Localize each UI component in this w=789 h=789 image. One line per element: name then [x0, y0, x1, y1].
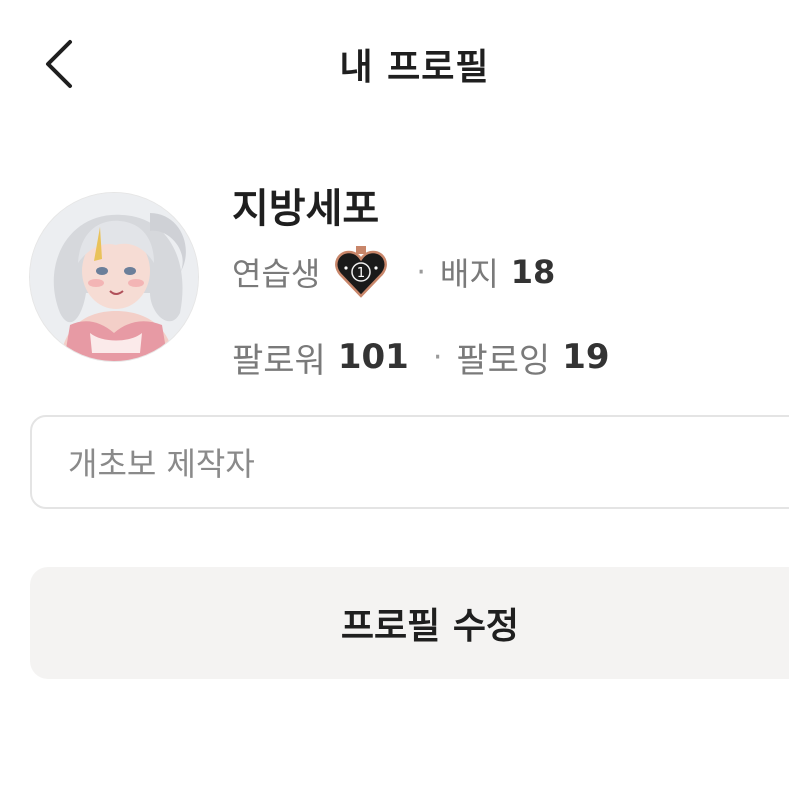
bio-input[interactable] [30, 415, 789, 509]
page-title: 내 프로필 [339, 47, 490, 88]
followers-count[interactable]: 101 [338, 337, 409, 377]
heart-rank-badge-icon: 1 [335, 246, 388, 298]
separator-dot: · [432, 339, 443, 375]
rank-row: 연습생 1 · 배지 18 [232, 244, 555, 300]
profile-page: 내 프로필 지방세포 연습생 1 · 배지 18 팔로워 101 · 팔로잉 1… [0, 0, 789, 789]
badge-count[interactable]: 18 [511, 253, 556, 291]
nickname: 지방세포 [232, 186, 380, 232]
following-count[interactable]: 19 [562, 337, 609, 377]
edit-profile-button[interactable]: 프로필 수정 [30, 567, 789, 679]
tab-bar [0, 768, 789, 789]
edit-profile-label: 프로필 수정 [340, 606, 520, 647]
following-label[interactable]: 팔로잉 [456, 333, 550, 382]
avatar-image [30, 193, 198, 361]
rank-badge[interactable]: 1 [334, 244, 388, 300]
badge-label[interactable]: 배지 [440, 249, 499, 295]
avatar[interactable] [30, 193, 198, 361]
rank-badge-number: 1 [357, 266, 365, 281]
follow-row: 팔로워 101 · 팔로잉 19 [232, 332, 610, 382]
followers-label[interactable]: 팔로워 [232, 333, 326, 382]
rank-label: 연습생 [232, 255, 321, 293]
separator-dot: · [416, 254, 426, 290]
